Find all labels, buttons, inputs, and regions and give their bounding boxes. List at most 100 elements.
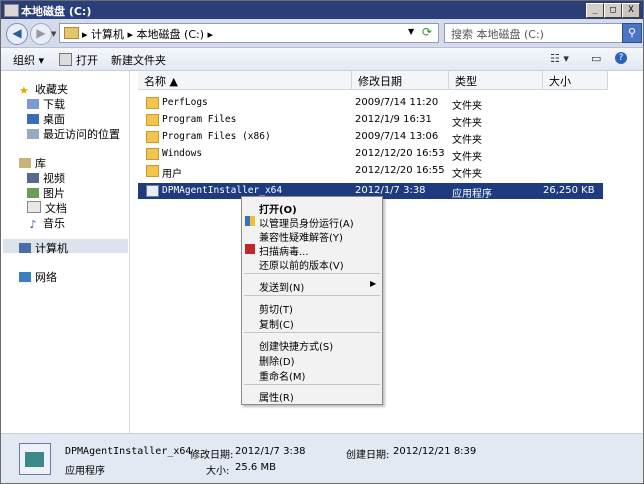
file-date: 2012/1/7 3:38 <box>355 185 426 196</box>
menu-send-to-label: 发送到(N) <box>259 283 305 294</box>
file-row[interactable]: Windows 2012/12/20 16:53 文件夹 <box>138 146 603 163</box>
application-icon <box>146 185 159 197</box>
file-row[interactable]: Program Files 2012/1/9 16:31 文件夹 <box>138 112 603 129</box>
file-size: 26,250 KB <box>543 185 595 196</box>
address-path[interactable]: ▸ 计算机 ▸ 本地磁盘 (C:) ▸ <box>82 26 213 42</box>
nav-documents[interactable]: 文档 <box>27 200 67 216</box>
file-row[interactable]: PerfLogs 2009/7/14 11:20 文件夹 <box>138 95 603 112</box>
file-name: Windows <box>162 148 203 159</box>
file-row[interactable]: 用户 2012/12/20 16:55 文件夹 <box>138 163 603 180</box>
file-name: PerfLogs <box>162 97 208 108</box>
file-row[interactable]: Program Files (x86) 2009/7/14 13:06 文件夹 <box>138 129 603 146</box>
menu-item-properties[interactable]: 属性(R) <box>242 388 382 404</box>
library-icon <box>19 158 31 168</box>
folder-icon <box>146 114 159 126</box>
search-placeholder: 搜索 本地磁盘 (C:) <box>451 28 544 41</box>
menu-separator <box>244 384 380 385</box>
help-button[interactable]: ? <box>615 52 627 64</box>
submenu-arrow-icon: ▶ <box>370 279 377 288</box>
folder-icon <box>146 97 159 109</box>
pictures-icon <box>27 188 39 198</box>
nav-computer[interactable]: 计算机 <box>19 240 68 256</box>
view-options-button[interactable]: ☷ ▾ <box>550 52 569 65</box>
address-bar[interactable]: ▸ 计算机 ▸ 本地磁盘 (C:) ▸ ▼ ⟳ <box>59 23 439 43</box>
column-type-label: 类型 <box>455 75 477 88</box>
details-created-label: 创建日期: <box>346 450 390 461</box>
forward-button[interactable]: ▶ <box>30 23 52 45</box>
nav-documents-label: 文档 <box>45 202 67 215</box>
menu-separator <box>244 332 380 333</box>
organize-button[interactable]: 组织 ▾ <box>13 52 44 68</box>
nav-pictures[interactable]: 图片 <box>27 185 65 201</box>
menu-item-troubleshoot[interactable]: 兼容性疑难解答(Y) <box>242 228 382 244</box>
menu-item-delete[interactable]: 删除(D) <box>242 352 382 368</box>
nav-recent[interactable]: 最近访问的位置 <box>27 126 120 142</box>
nav-favorites[interactable]: ★ 收藏夹 <box>19 81 68 97</box>
star-icon: ★ <box>19 84 29 97</box>
back-button[interactable]: ◀ <box>6 23 28 45</box>
maximize-button[interactable]: □ <box>604 3 622 18</box>
menu-separator <box>244 273 380 274</box>
nav-music[interactable]: ♪ 音乐 <box>27 215 65 231</box>
folder-icon <box>146 165 159 177</box>
menu-item-run-as-admin[interactable]: 以管理员身份运行(A) <box>242 214 382 230</box>
menu-item-restore[interactable]: 还原以前的版本(V) <box>242 256 382 272</box>
search-icon[interactable]: ⚲ <box>622 23 642 43</box>
recent-pages-chevron-icon[interactable]: ▼ <box>51 30 56 38</box>
search-input[interactable]: 搜索 本地磁盘 (C:) <box>444 23 624 43</box>
nav-pictures-label: 图片 <box>43 187 65 200</box>
open-label: 打开 <box>76 54 98 67</box>
back-arrow-icon: ◀ <box>12 26 22 40</box>
column-date-label: 修改日期 <box>358 75 402 88</box>
nav-recent-label: 最近访问的位置 <box>43 128 120 141</box>
address-row: ◀ ▶ ▼ ▸ 计算机 ▸ 本地磁盘 (C:) ▸ ▼ ⟳ 搜索 本地磁盘 (C… <box>1 19 643 48</box>
preview-pane-icon[interactable]: ▭ <box>591 52 601 65</box>
window-title: 本地磁盘 (C:) <box>21 5 92 18</box>
file-date: 2009/7/14 11:20 <box>355 97 439 108</box>
menu-separator <box>244 295 380 296</box>
documents-icon <box>27 201 41 213</box>
shield-icon <box>245 216 255 226</box>
column-header-type[interactable]: 类型 <box>449 71 543 90</box>
menu-item-rename[interactable]: 重命名(M) <box>242 367 382 383</box>
details-created-value: 2012/12/21 8:39 <box>393 446 477 457</box>
file-date: 2009/7/14 13:06 <box>355 131 439 142</box>
menu-item-copy[interactable]: 复制(C) <box>242 315 382 331</box>
refresh-icon[interactable]: ⟳ <box>422 25 432 39</box>
nav-libraries[interactable]: 库 <box>19 155 46 171</box>
command-bar: 组织 ▾ 打开 新建文件夹 ☷ ▾ ▭ ? <box>1 48 643 71</box>
menu-delete-label: 删除(D) <box>259 357 295 368</box>
nav-network[interactable]: 网络 <box>19 269 57 285</box>
nav-downloads-label: 下载 <box>43 98 65 111</box>
menu-item-create-shortcut[interactable]: 创建快捷方式(S) <box>242 337 382 353</box>
file-type: 文件夹 <box>452 101 482 112</box>
details-file-name: DPMAgentInstaller_x64 <box>65 446 192 457</box>
new-folder-button[interactable]: 新建文件夹 <box>111 52 166 68</box>
file-type: 文件夹 <box>452 118 482 129</box>
details-modified-label: 修改日期: <box>190 450 234 461</box>
nav-videos[interactable]: 视频 <box>27 170 65 186</box>
folder-icon <box>146 131 159 143</box>
file-name: Program Files (x86) <box>162 131 271 142</box>
nav-desktop[interactable]: 桌面 <box>27 111 65 127</box>
file-date: 2012/12/20 16:53 <box>355 148 445 159</box>
nav-downloads[interactable]: 下载 <box>27 96 65 112</box>
file-type: 文件夹 <box>452 135 482 146</box>
menu-item-scan[interactable]: 扫描病毒... <box>242 242 382 258</box>
forward-arrow-icon: ▶ <box>36 26 46 40</box>
column-header-name[interactable]: 名称 ▲ <box>138 71 352 90</box>
column-header-date[interactable]: 修改日期 <box>352 71 449 90</box>
title-bar[interactable]: 本地磁盘 (C:) _ □ X <box>1 1 643 19</box>
open-icon <box>59 53 72 66</box>
details-pane: DPMAgentInstaller_x64 应用程序 修改日期: 2012/1/… <box>1 433 643 483</box>
menu-item-send-to[interactable]: 发送到(N) ▶ <box>242 278 382 294</box>
menu-restore-label: 还原以前的版本(V) <box>259 261 344 272</box>
computer-icon <box>19 243 31 253</box>
column-header-size[interactable]: 大小 <box>543 71 608 90</box>
menu-item-open[interactable]: 打开(O) <box>242 200 382 216</box>
close-button[interactable]: X <box>622 3 640 18</box>
open-button[interactable]: 打开 <box>59 52 98 68</box>
address-dropdown-icon[interactable]: ▼ <box>408 27 414 36</box>
menu-item-cut[interactable]: 剪切(T) <box>242 300 382 316</box>
minimize-button[interactable]: _ <box>586 3 604 18</box>
